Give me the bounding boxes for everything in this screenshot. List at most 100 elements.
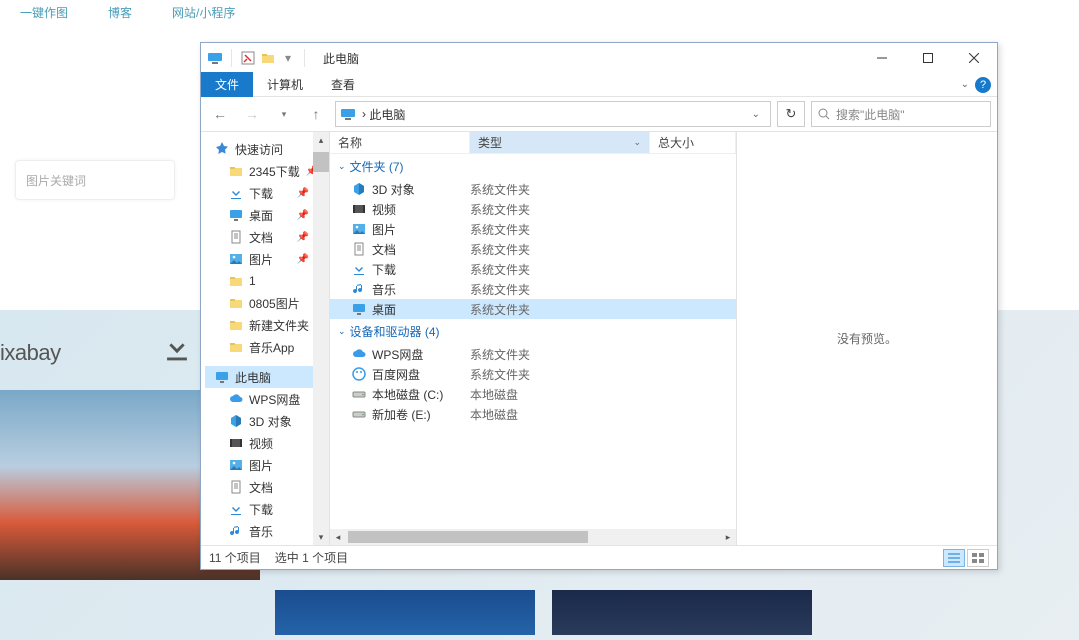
titlebar[interactable]: ▾ 此电脑 <box>201 43 997 73</box>
scroll-right-icon[interactable]: ▸ <box>720 532 736 543</box>
properties-icon[interactable] <box>240 50 256 66</box>
tree-item-label: 2345下载 <box>249 163 300 180</box>
item-name: 本地磁盘 (C:) <box>372 386 443 403</box>
tab-view[interactable]: 查看 <box>317 72 369 97</box>
column-sort-dropdown-icon[interactable]: ⌄ <box>633 137 641 148</box>
list-item[interactable]: 文档系统文件夹 <box>330 239 736 259</box>
list-item[interactable]: 下载系统文件夹 <box>330 259 736 279</box>
scroll-up-icon[interactable]: ▴ <box>313 132 329 148</box>
list-item[interactable]: 桌面系统文件夹 <box>330 299 736 319</box>
tab-file[interactable]: 文件 <box>201 72 253 97</box>
details-view-button[interactable] <box>943 549 965 567</box>
video-icon <box>352 202 366 216</box>
download-icon <box>229 186 243 200</box>
tab-computer[interactable]: 计算机 <box>253 72 317 97</box>
item-type: 系统文件夹 <box>470 281 650 298</box>
3d-icon <box>352 182 366 196</box>
picture-icon <box>229 252 243 266</box>
large-icons-view-button[interactable] <box>967 549 989 567</box>
status-bar: 11 个项目 选中 1 个项目 <box>201 545 997 569</box>
list-item[interactable]: WPS网盘系统文件夹 <box>330 344 736 364</box>
forward-button[interactable]: → <box>239 101 265 127</box>
item-type: 系统文件夹 <box>470 261 650 278</box>
bg-nav-item[interactable]: 网站/小程序 <box>172 4 235 21</box>
tree-item-folder[interactable]: 0805图片 <box>205 292 329 314</box>
desktop-icon <box>229 208 243 222</box>
scroll-thumb[interactable] <box>348 531 588 543</box>
scroll-thumb[interactable] <box>313 152 329 172</box>
item-name: 视频 <box>372 201 396 218</box>
item-type: 系统文件夹 <box>470 301 650 318</box>
item-name: 音乐 <box>372 281 396 298</box>
tree-scrollbar[interactable]: ▴ ▾ <box>313 132 329 545</box>
close-button[interactable] <box>951 43 997 73</box>
pc-icon <box>207 50 223 66</box>
bg-nav-item[interactable]: 博客 <box>108 4 132 21</box>
tree-item-download[interactable]: 下载📌 <box>205 182 329 204</box>
item-type: 系统文件夹 <box>470 241 650 258</box>
bg-thumbnail[interactable] <box>552 590 812 635</box>
tree-item-music[interactable]: 音乐 <box>205 520 329 542</box>
tree-item-document[interactable]: 文档📌 <box>205 226 329 248</box>
drive-icon <box>352 407 366 421</box>
tree-item-pc[interactable]: 此电脑 <box>205 366 329 388</box>
download-icon[interactable] <box>160 332 200 372</box>
up-button[interactable]: ↑ <box>303 101 329 127</box>
window-title: 此电脑 <box>315 50 859 67</box>
tree-item-folder[interactable]: 新建文件夹 <box>205 314 329 336</box>
group-header[interactable]: ⌄设备和驱动器 (4) <box>330 319 736 344</box>
search-input[interactable]: 搜索"此电脑" <box>811 101 991 127</box>
ribbon-collapse-icon[interactable]: ⌄ <box>961 79 969 90</box>
content-hscrollbar[interactable]: ◂ ▸ <box>330 529 736 545</box>
bg-nav-item[interactable]: 一键作图 <box>20 4 68 21</box>
help-icon[interactable]: ? <box>975 77 991 93</box>
breadcrumb-segment[interactable]: › <box>362 107 369 121</box>
scroll-left-icon[interactable]: ◂ <box>330 532 346 543</box>
group-header[interactable]: ⌄文件夹 (7) <box>330 154 736 179</box>
column-type[interactable]: 类型 ⌄ <box>470 132 650 153</box>
list-item[interactable]: 本地磁盘 (C:)本地磁盘 <box>330 384 736 404</box>
document-icon <box>229 480 243 494</box>
bg-thumbnail[interactable] <box>275 590 535 635</box>
tree-item-label: 新建文件夹 <box>249 317 309 334</box>
tree-item-desktop[interactable]: 桌面📌 <box>205 204 329 226</box>
tree-item-picture[interactable]: 图片📌 <box>205 248 329 270</box>
list-item[interactable]: 百度网盘系统文件夹 <box>330 364 736 384</box>
list-item[interactable]: 音乐 系统文件夹 <box>330 279 736 299</box>
navigation-tree[interactable]: 快速访问2345下载📌下载📌桌面📌文档📌图片📌10805图片新建文件夹音乐App… <box>201 132 329 545</box>
list-item[interactable]: 图片系统文件夹 <box>330 219 736 239</box>
qat-folder-icon[interactable] <box>260 50 276 66</box>
list-item[interactable]: 新加卷 (E:)本地磁盘 <box>330 404 736 424</box>
tree-item-cloud[interactable]: WPS网盘 <box>205 388 329 410</box>
column-name[interactable]: 名称 <box>330 132 470 153</box>
tree-item-folder[interactable]: 1 <box>205 270 329 292</box>
navbar: ← → ▾ ↑ › 此电脑 ⌄ ↻ 搜索"此电脑" <box>201 97 997 131</box>
address-bar[interactable]: › 此电脑 ⌄ <box>335 101 771 127</box>
list-item[interactable]: 视频系统文件夹 <box>330 199 736 219</box>
tree-item-video[interactable]: 视频 <box>205 432 329 454</box>
tree-item-picture[interactable]: 图片 <box>205 454 329 476</box>
minimize-button[interactable] <box>859 43 905 73</box>
tree-item-star[interactable]: 快速访问 <box>205 138 329 160</box>
refresh-button[interactable]: ↻ <box>777 101 805 127</box>
tree-item-3d[interactable]: 3D 对象 <box>205 410 329 432</box>
picture-icon <box>229 458 243 472</box>
tree-item-folder[interactable]: 音乐App <box>205 336 329 358</box>
tree-item-label: 此电脑 <box>235 369 271 386</box>
address-dropdown-icon[interactable]: ⌄ <box>746 109 766 120</box>
scroll-down-icon[interactable]: ▾ <box>313 529 329 545</box>
column-size[interactable]: 总大小 <box>650 132 736 153</box>
bg-search-input[interactable]: 图片关键词 <box>15 160 175 200</box>
breadcrumb-segment[interactable]: 此电脑 <box>369 106 405 123</box>
recent-dropdown[interactable]: ▾ <box>271 101 297 127</box>
list-item[interactable]: 3D 对象系统文件夹 <box>330 179 736 199</box>
3d-icon <box>229 414 243 428</box>
back-button[interactable]: ← <box>207 101 233 127</box>
tree-item-download[interactable]: 下载 <box>205 498 329 520</box>
qat-dropdown-icon[interactable]: ▾ <box>280 50 296 66</box>
tree-item-document[interactable]: 文档 <box>205 476 329 498</box>
tree-item-label: 文档 <box>249 229 273 246</box>
maximize-button[interactable] <box>905 43 951 73</box>
tree-item-folder[interactable]: 2345下载📌 <box>205 160 329 182</box>
item-type: 系统文件夹 <box>470 221 650 238</box>
